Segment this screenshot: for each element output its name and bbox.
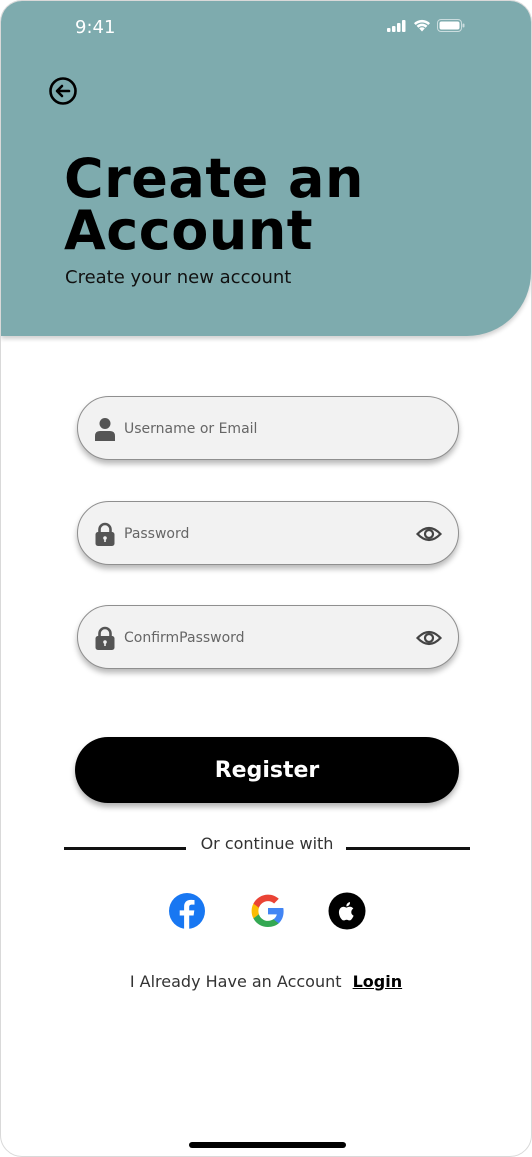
google-icon[interactable] (249, 892, 287, 930)
divider-text: Or continue with (200, 834, 334, 853)
user-icon (95, 418, 115, 441)
phone-screen: 9:41 Create an Account Create your new a… (0, 0, 532, 1157)
register-button[interactable]: Register (75, 737, 459, 803)
login-prompt: I Already Have an Account (129, 972, 342, 991)
username-field[interactable] (77, 396, 459, 460)
signal-icon (387, 19, 406, 32)
login-link[interactable]: Login (353, 972, 403, 991)
title-line-2: Account (64, 199, 314, 262)
username-input[interactable] (124, 415, 394, 443)
login-prompt-row: I Already Have an Account Login (1, 972, 531, 991)
lock-icon (95, 626, 115, 650)
divider-right (346, 847, 470, 850)
page-subtitle: Create your new account (65, 267, 292, 288)
home-indicator (189, 1142, 346, 1148)
eye-icon[interactable] (416, 523, 442, 545)
page-title: Create an Account (64, 152, 364, 258)
password-input[interactable] (124, 520, 394, 548)
header-panel: 9:41 Create an Account Create your new a… (1, 1, 531, 336)
back-arrow-icon[interactable] (48, 76, 78, 106)
confirm-password-input[interactable] (124, 624, 394, 652)
confirm-password-field[interactable] (77, 605, 459, 669)
wifi-icon (414, 19, 430, 32)
divider-left (64, 847, 186, 850)
facebook-icon[interactable] (168, 892, 206, 930)
eye-icon[interactable] (416, 627, 442, 649)
apple-icon[interactable] (328, 892, 366, 930)
status-time: 9:41 (75, 17, 116, 38)
password-field[interactable] (77, 501, 459, 565)
lock-icon (95, 522, 115, 546)
battery-icon (437, 19, 465, 32)
status-icons (387, 19, 465, 32)
status-bar: 9:41 (1, 1, 531, 55)
